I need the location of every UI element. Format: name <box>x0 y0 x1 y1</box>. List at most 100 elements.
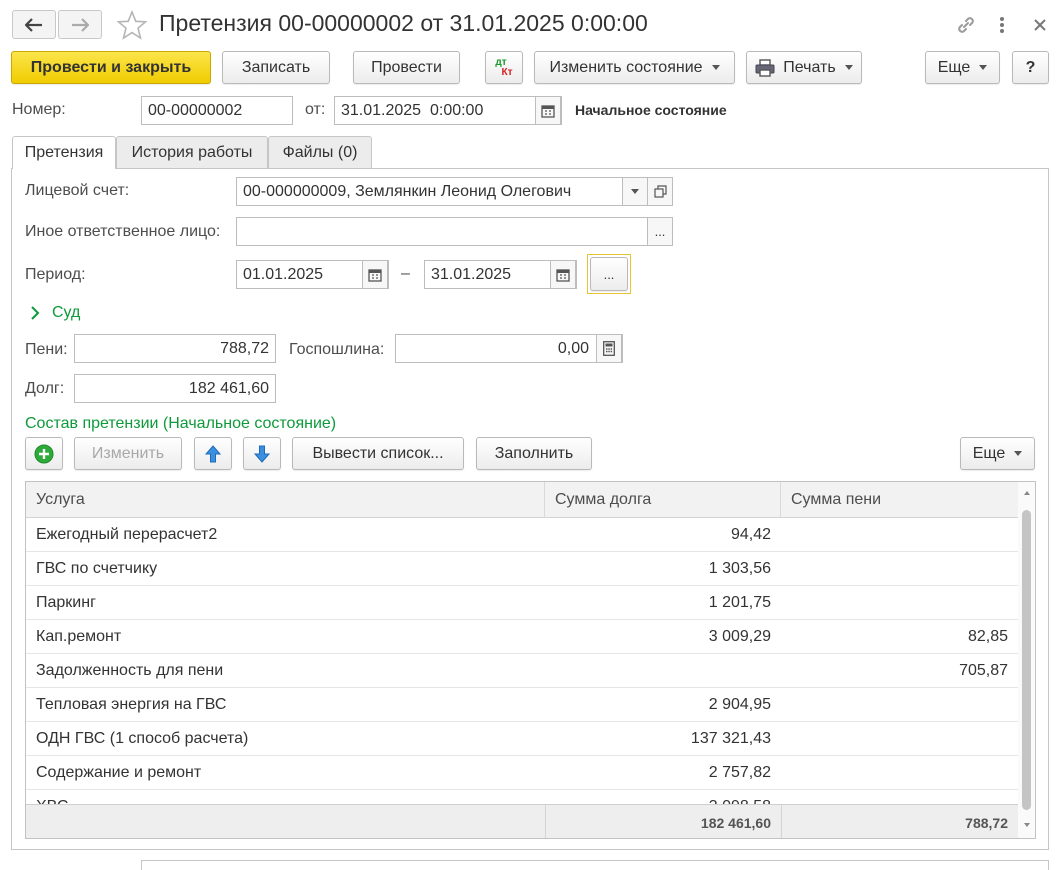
move-down-button[interactable] <box>243 437 281 470</box>
forward-button[interactable] <box>58 10 102 39</box>
change-state-label: Изменить состояние <box>549 58 703 76</box>
plus-circle-icon <box>34 444 54 463</box>
dt-kt-button[interactable]: дт Кт <box>485 51 523 84</box>
dt-kt-icon: дт Кт <box>495 56 512 78</box>
help-label: ? <box>1025 58 1036 76</box>
arrow-down-icon <box>254 445 270 463</box>
post-button[interactable]: Провести <box>353 51 460 84</box>
period-dash: – <box>401 265 410 282</box>
calendar-button[interactable] <box>550 260 576 289</box>
table-more-label: Еще <box>972 444 1006 462</box>
scroll-down-icon[interactable] <box>1018 820 1036 830</box>
claim-items-table[interactable]: Услуга Сумма долга Сумма пени Ежегодный … <box>25 481 1036 839</box>
post-and-close-button[interactable]: Провести и закрыть <box>11 51 211 84</box>
back-button[interactable] <box>12 10 56 39</box>
period-select-label: ... <box>603 266 615 282</box>
other-person-label: Иное ответственное лицо: <box>25 223 221 240</box>
output-list-button[interactable]: Вывести список... <box>292 437 464 470</box>
cell-service: Тепловая энергия на ГВС <box>36 696 227 713</box>
calculator-button[interactable] <box>596 334 622 363</box>
date-field[interactable]: 31.01.2025 0:00:00 <box>334 96 562 125</box>
account-value: 00-000000009, Землянкин Леонид Олегович <box>243 182 572 200</box>
table-more-button[interactable]: Еще <box>960 437 1035 470</box>
cell-service: ОДН ГВС (1 способ расчета) <box>36 730 249 747</box>
duty-field[interactable]: 0,00 <box>395 334 623 363</box>
cell-penalty <box>781 518 1008 552</box>
help-button[interactable]: ? <box>1012 51 1049 84</box>
print-button[interactable]: Печать <box>746 51 862 84</box>
chevron-down-icon <box>1014 451 1023 456</box>
cell-service: Содержание и ремонт <box>36 764 202 781</box>
account-open-button[interactable] <box>647 177 673 206</box>
cell-penalty <box>781 688 1008 722</box>
account-field[interactable]: 00-000000009, Землянкин Леонид Олегович <box>236 177 673 206</box>
save-button[interactable]: Записать <box>222 51 330 84</box>
tab-claim[interactable]: Претензия <box>12 136 116 169</box>
court-label: Суд <box>52 304 81 321</box>
scrollbar-thumb[interactable] <box>1022 510 1031 810</box>
arrow-right-icon <box>72 17 89 32</box>
tab-files[interactable]: Файлы (0) <box>268 136 372 168</box>
cell-debt: 137 321,43 <box>690 730 771 747</box>
calendar-button[interactable] <box>362 260 388 289</box>
table-row[interactable]: ОДН ГВС (1 способ расчета) 137 321,43 <box>26 722 1018 756</box>
add-row-button[interactable] <box>25 437 63 470</box>
calendar-icon <box>541 104 555 118</box>
court-group-toggle[interactable]: Суд <box>30 302 80 324</box>
date-value: 31.01.2025 0:00:00 <box>341 101 484 119</box>
period-from-value: 01.01.2025 <box>243 265 324 283</box>
debt-value: 182 461,60 <box>188 379 269 397</box>
close-icon[interactable] <box>1027 12 1053 38</box>
table-row[interactable]: Содержание и ремонт 2 757,82 <box>26 756 1018 790</box>
debt-field[interactable]: 182 461,60 <box>74 374 276 403</box>
column-header-penalty[interactable]: Сумма пени <box>781 482 1018 518</box>
cell-service: Паркинг <box>36 594 96 611</box>
calculator-icon <box>603 341 615 356</box>
fill-label: Заполнить <box>494 444 574 462</box>
tab-history[interactable]: История работы <box>116 136 268 168</box>
edit-row-label: Изменить <box>91 444 165 462</box>
fill-button[interactable]: Заполнить <box>476 437 592 470</box>
arrow-up-icon <box>205 444 221 462</box>
table-row[interactable]: Ежегодный перерасчет2 94,42 <box>26 518 1018 552</box>
cell-debt: 2 904,95 <box>708 696 771 713</box>
cell-service: Кап.ремонт <box>36 628 122 645</box>
save-label: Записать <box>241 58 311 76</box>
table-row[interactable]: Тепловая энергия на ГВС 2 904,95 <box>26 688 1018 722</box>
more-button[interactable]: Еще <box>925 51 1000 84</box>
cell-debt: 1 201,75 <box>708 594 771 611</box>
edit-row-button[interactable]: Изменить <box>74 437 182 470</box>
calendar-button[interactable] <box>535 96 561 125</box>
cell-debt <box>545 654 771 688</box>
account-dropdown-button[interactable] <box>622 177 648 206</box>
column-header-service[interactable]: Услуга <box>26 482 545 518</box>
more-vertical-icon[interactable] <box>989 12 1015 38</box>
penalty-field[interactable]: 788,72 <box>74 334 276 363</box>
link-icon[interactable] <box>953 12 979 38</box>
print-label: Печать <box>783 58 836 76</box>
table-row[interactable]: ГВС по счетчику 1 303,56 <box>26 552 1018 586</box>
table-row[interactable]: Паркинг 1 201,75 <box>26 586 1018 620</box>
output-list-label: Вывести список... <box>312 444 444 462</box>
other-person-select-button[interactable]: ... <box>647 217 673 246</box>
other-person-field[interactable]: ... <box>236 217 673 246</box>
cell-penalty: 705,87 <box>959 662 1008 679</box>
period-select-button[interactable]: ... <box>587 254 631 294</box>
table-footer: 182 461,60 788,72 <box>26 804 1018 838</box>
cell-service: Задолженность для пени <box>36 662 224 679</box>
table-row[interactable]: Задолженность для пени 705,87 <box>26 654 1018 688</box>
comment-field-edge[interactable] <box>141 860 1049 870</box>
window-title: Претензия 00-00000002 от 31.01.2025 0:00… <box>159 10 648 36</box>
cell-debt: 3 009,29 <box>708 628 771 645</box>
favorite-star-icon[interactable] <box>116 9 148 40</box>
column-header-debt[interactable]: Сумма долга <box>545 482 781 518</box>
table-scrollbar[interactable] <box>1018 482 1036 838</box>
period-from-field[interactable]: 01.01.2025 <box>236 260 389 289</box>
scroll-up-icon[interactable] <box>1018 488 1036 498</box>
period-to-field[interactable]: 31.01.2025 <box>424 260 577 289</box>
number-field[interactable]: 00-00000002 <box>141 96 293 125</box>
move-up-button[interactable] <box>194 437 232 470</box>
dt-label: дт <box>495 56 507 68</box>
change-state-button[interactable]: Изменить состояние <box>534 51 735 84</box>
table-row[interactable]: Кап.ремонт 3 009,29 82,85 <box>26 620 1018 654</box>
